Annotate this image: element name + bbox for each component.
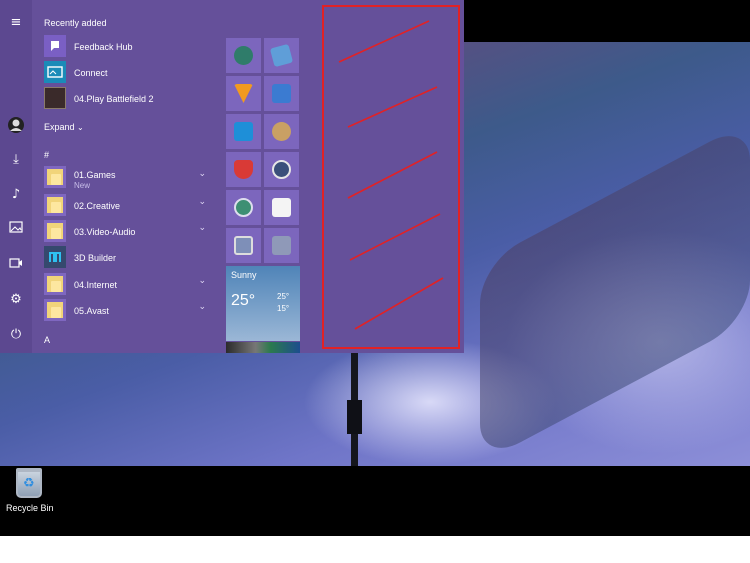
app-folder-internet[interactable]: 04.Internet ⌄ [44,273,216,297]
settings-icon[interactable]: ⚙ [7,291,25,309]
tile-photo-viewer[interactable] [226,38,261,73]
chevron-down-icon: ⌄ [198,223,206,233]
power-icon[interactable]: ⏻ [7,326,25,344]
tile-ten[interactable] [264,76,299,111]
recently-added-header: Recently added [44,18,107,28]
app-label: 3D Builder [74,253,117,263]
camera-lens-icon [234,198,253,217]
partial-tile-row[interactable] [226,342,300,353]
ten-icon [272,84,291,103]
weather-condition: Sunny [231,270,257,280]
shield-icon [234,160,253,179]
camera-icon [272,198,291,217]
recent-item-battlefield[interactable]: 04.Play Battlefield 2 [44,87,216,111]
tile-globe[interactable] [264,152,299,187]
battlefield-icon [44,87,66,109]
a-header[interactable]: A [44,335,50,345]
chevron-down-icon: ⌄ [198,276,206,286]
tile-paint[interactable] [264,38,299,73]
screen: Recycle Bin ≡ ⤓ ♪ ⚙ ⏻ Recently added [0,0,750,563]
folder-icon [44,299,66,321]
folder-icon [44,166,66,188]
app-folder-games[interactable]: 01.Games New ⌄ [44,166,216,190]
downloads-icon[interactable]: ⤓ [7,151,25,169]
chevron-down-icon: ⌄ [198,197,206,207]
recycle-bin-icon [16,468,42,498]
tile-monitor[interactable] [226,228,261,263]
snip-icon [234,122,253,141]
chevron-down-icon: ⌄ [198,169,206,179]
user-avatar-icon[interactable] [7,116,25,134]
recent-item-label: Feedback Hub [74,42,133,52]
app-label: 02.Creative [74,201,121,211]
vlc-icon [234,84,253,103]
app-folder-avast[interactable]: 05.Avast ⌄ [44,299,216,323]
app-3d-builder[interactable]: 3D Builder [44,246,216,270]
recent-item-feedback-hub[interactable]: Feedback Hub [44,35,216,59]
pen-tool-icon [272,236,291,255]
wallpaper-mast-equipment [347,400,362,434]
app-label: 01.Games [74,170,116,180]
expand-link[interactable]: Expand ⌄ [44,122,84,132]
tile-shield[interactable] [226,152,261,187]
tile-snip[interactable] [226,114,261,149]
new-badge: New [74,181,91,190]
folder-icon [44,220,66,242]
videos-icon[interactable] [7,256,25,274]
photo-viewer-icon [234,46,253,65]
folder-icon [44,273,66,295]
recent-item-connect[interactable]: Connect [44,61,216,85]
recent-item-label: 04.Play Battlefield 2 [74,94,154,104]
tile-pen-tool[interactable] [264,228,299,263]
app-folder-video-audio[interactable]: 03.Video-Audio ⌄ [44,220,216,244]
paint-tile-icon [269,43,294,68]
feedback-hub-icon [44,35,66,57]
recent-item-label: Connect [74,68,108,78]
weather-high-temp: 25° [277,292,290,301]
app-label: 05.Avast [74,306,109,316]
hash-header[interactable]: # [44,150,49,160]
monitor-icon [234,236,253,255]
weather-current-temp: 25° [231,292,256,309]
recycle-bin-shortcut[interactable]: Recycle Bin [6,468,54,513]
tile-vlc[interactable] [226,76,261,111]
connect-icon [44,61,66,83]
app-list: Recently added Feedback Hub Connect 04.P… [36,0,220,353]
folder-icon [44,194,66,216]
palette-icon [272,122,291,141]
wallpaper-coastline [480,120,750,464]
expand-label: Expand [44,122,75,132]
app-label: 03.Video-Audio [74,227,136,237]
weather-tile[interactable]: Sunny 25° 25° 15° [226,266,300,341]
app-label: 04.Internet [74,280,118,290]
pictures-icon[interactable] [7,221,25,239]
recycle-bin-label: Recycle Bin [6,503,54,513]
chevron-down-icon: ⌄ [77,123,84,132]
annotation-rectangle [322,5,460,349]
tile-camera[interactable] [264,190,299,225]
weather-low-temp: 15° [277,304,290,313]
desktop-bottom-band [0,466,750,536]
tile-camera-lens[interactable] [226,190,261,225]
start-rail: ≡ ⤓ ♪ ⚙ ⏻ [0,0,32,353]
app-folder-creative[interactable]: 02.Creative ⌄ [44,194,216,218]
3d-builder-icon [44,246,66,268]
hamburger-icon[interactable]: ≡ [7,14,25,32]
music-icon[interactable]: ♪ [7,186,25,204]
globe-icon [272,160,291,179]
tile-palette[interactable] [264,114,299,149]
chevron-down-icon: ⌄ [198,302,206,312]
tile-grid: Sunny 25° 25° 15° [226,38,302,353]
